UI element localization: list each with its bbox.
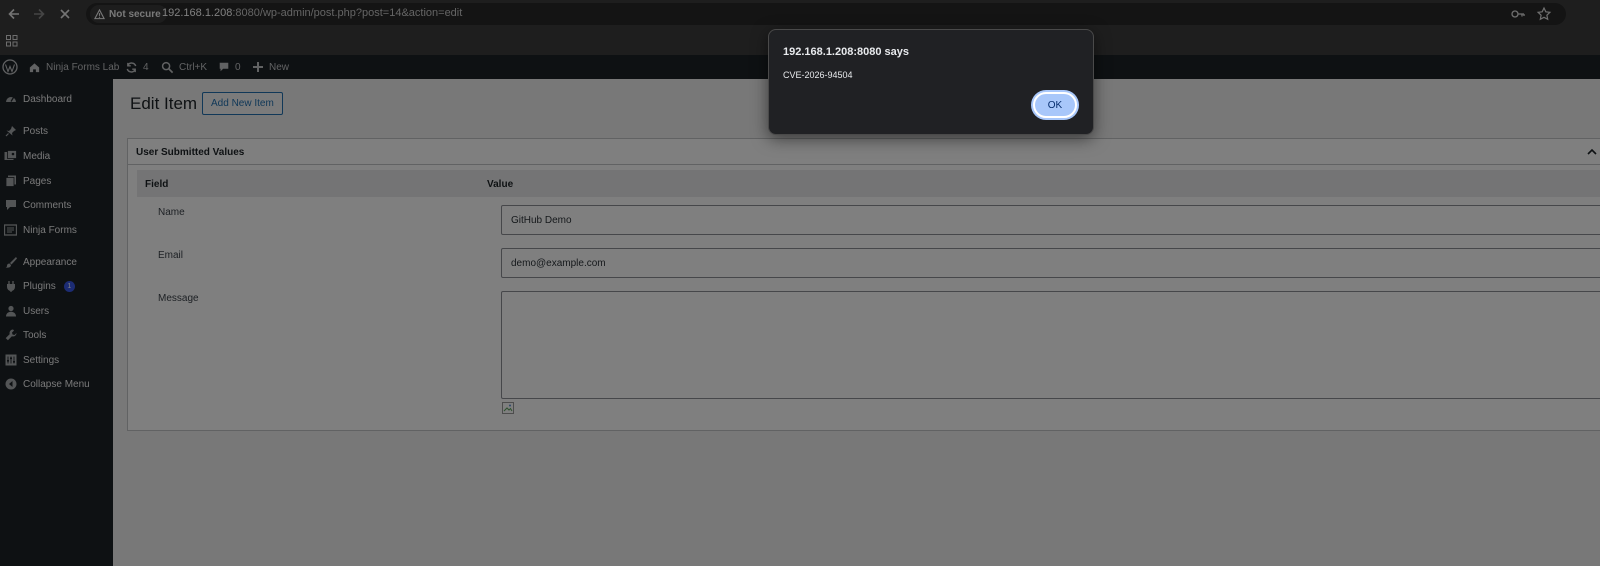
ok-button[interactable]: OK [1033,92,1077,118]
dialog-title: 192.168.1.208:8080 says [783,46,910,58]
alert-dialog: 192.168.1.208:8080 says CVE-2026-94504 O… [768,29,1094,135]
dialog-message: CVE-2026-94504 [783,70,853,80]
